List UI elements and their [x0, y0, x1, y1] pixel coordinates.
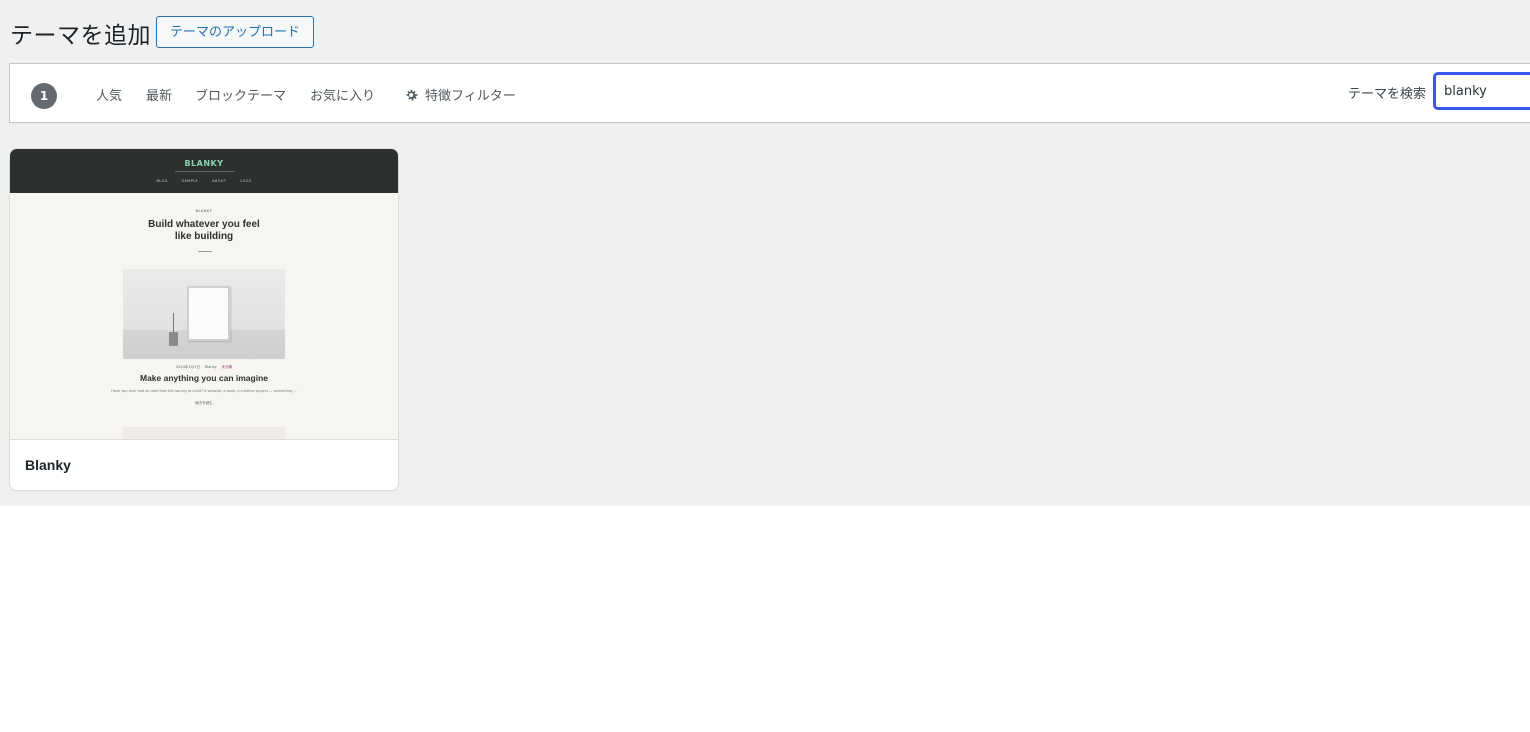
preview-nav-item: SAMPLE [181, 179, 199, 183]
page-title: テーマを追加 [10, 23, 151, 49]
preview-plant-pot [169, 332, 178, 346]
preview-divider [198, 251, 212, 252]
preview-post-excerpt: Have you ever had an idea that felt too … [111, 389, 297, 393]
preview-nav-item: BLOG [156, 179, 168, 183]
preview-plant-stem [173, 313, 174, 333]
preview-post-category: 未分類 [221, 365, 233, 369]
tab-popular[interactable]: 人気 [96, 85, 122, 104]
upload-theme-button[interactable]: テーマのアップロード [156, 16, 315, 48]
preview-post-meta: 2024年1月1日 Blanky 未分類 [10, 365, 398, 370]
preview-kicker: BLANKY [195, 209, 213, 213]
search-label: テーマを検索 [1348, 87, 1427, 102]
preview-tagline [175, 171, 235, 172]
preview-nav: BLOG SAMPLE ABOUT LOGS [10, 179, 398, 183]
preview-post-title: Make anything you can imagine [139, 373, 268, 383]
feature-filter-button[interactable]: 特徴フィルター [404, 85, 516, 104]
tab-latest[interactable]: 最新 [146, 85, 172, 104]
preview-headline-line: like building [174, 231, 234, 242]
preview-nav-item: ABOUT [212, 179, 227, 183]
theme-search-input[interactable] [1434, 73, 1530, 109]
theme-name-bar: Blanky [10, 439, 398, 490]
preview-next-section [123, 427, 285, 439]
theme-name: Blanky [25, 457, 71, 473]
tab-block-themes[interactable]: ブロックテーマ [195, 85, 286, 104]
preview-headline: Build whatever you feel like building [10, 219, 398, 243]
theme-install-screen: テーマを追加 テーマのアップロード 1 人気 最新 ブロックテーマ お気に入り … [0, 0, 1530, 506]
preview-header: BLANKY BLOG SAMPLE ABOUT LOGS [10, 149, 398, 193]
preview-post-date: 2024年1月1日 [175, 365, 200, 369]
preview-picture-frame [187, 286, 230, 341]
theme-card[interactable]: BLANKY BLOG SAMPLE ABOUT LOGS BLANKY Bui… [9, 148, 399, 491]
gear-icon [404, 87, 420, 103]
feature-filter-label: 特徴フィルター [425, 89, 516, 104]
filter-bar: 1 人気 最新 ブロックテーマ お気に入り 特徴フィルター テーマを検索 [9, 63, 1530, 123]
tab-favorites[interactable]: お気に入り [310, 85, 375, 104]
preview-read-more: 続きを読む [195, 401, 213, 405]
theme-count-badge: 1 [31, 83, 57, 109]
preview-nav-item: LOGS [240, 179, 252, 183]
preview-headline-line: Build whatever you feel [148, 219, 260, 230]
preview-featured-image [123, 269, 285, 359]
theme-screenshot: BLANKY BLOG SAMPLE ABOUT LOGS BLANKY Bui… [10, 149, 398, 439]
preview-post-author: Blanky [204, 365, 217, 369]
preview-logo: BLANKY [184, 159, 224, 168]
